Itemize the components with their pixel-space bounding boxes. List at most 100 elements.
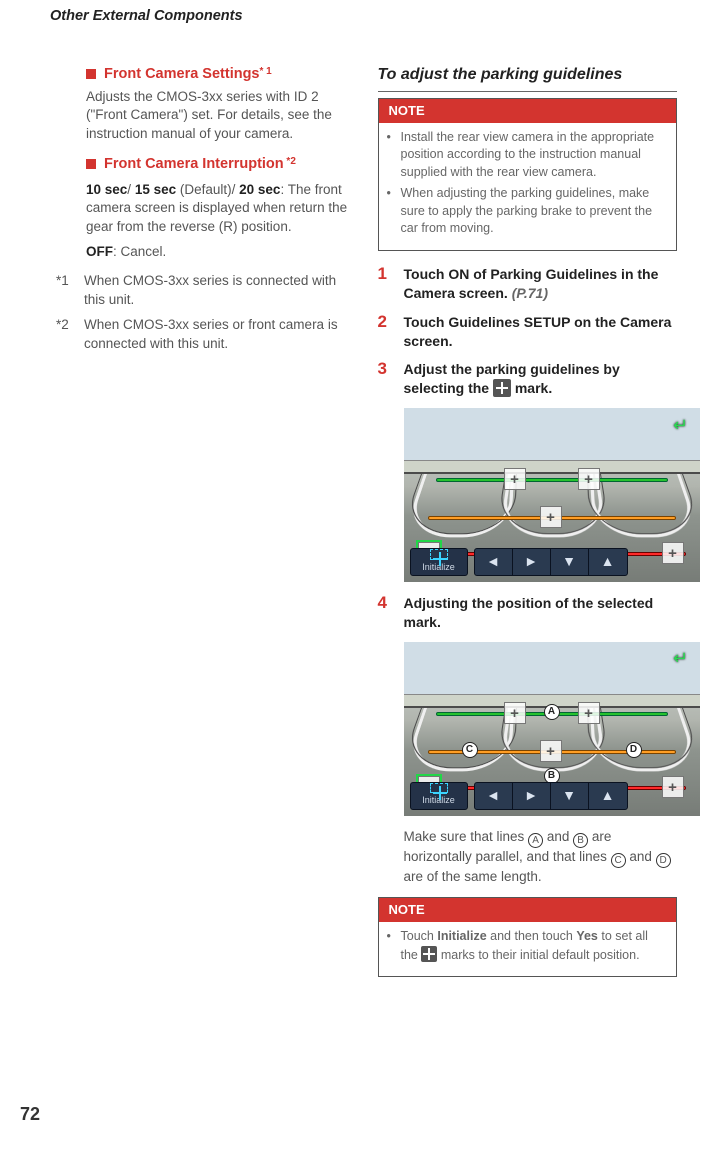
right-column: To adjust the parking guidelines NOTE •I… [378,64,678,991]
page-number: 72 [20,1102,40,1127]
step-text: Touch [404,266,449,282]
back-icon[interactable]: ↵ [668,648,694,670]
back-icon[interactable]: ↵ [668,414,694,436]
note-text: Touch Initialize and then touch Yes to s… [401,928,669,964]
plus-mark-icon [493,379,511,397]
step-text: Adjusting the position of the selected m… [404,595,654,630]
footnote-text: When CMOS-3xx series is connected with t… [84,272,350,310]
option-10sec: 10 sec [86,182,127,197]
label-C: C [462,742,478,758]
left-column: Front Camera Settings* 1 Adjusts the CMO… [50,64,350,991]
step-1: 1 Touch ON of Parking Guidelines in the … [378,265,678,303]
step-body: Adjusting the position of the selected m… [404,594,678,632]
opt-sep: / [127,182,135,197]
arrow-left-button[interactable]: ◄ [475,783,513,809]
red-square-bullet-icon [86,69,96,79]
footnote-num: *2 [56,316,78,354]
t: are of the same length. [404,869,542,884]
step-text: Touch [404,314,449,330]
front-camera-interruption-heading: Front Camera Interruption *2 [86,154,350,174]
plus-mark[interactable]: + [504,468,526,490]
note-box-2: NOTE • Touch Initialize and then touch Y… [378,897,678,977]
step-3: 3 Adjust the parking guidelines by selec… [378,360,678,398]
arrow-down-button[interactable]: ▼ [551,783,589,809]
plus-mark[interactable]: + [578,702,600,724]
plus-mark[interactable]: + [540,506,562,528]
note-item: •Install the rear view camera in the app… [387,129,669,182]
initialize-button[interactable]: Initialize [410,782,468,810]
parking-slot [590,708,700,771]
initialize-icon [430,549,448,559]
camera-view-1: + + + + + ↵ Initialize ◄ ► ▼ ▲ [404,408,700,582]
t: and [543,829,573,844]
option-off: OFF [86,244,113,259]
guideline-green [436,478,668,482]
footnote-1: *1 When CMOS-3xx series is connected wit… [50,272,350,310]
plus-mark[interactable]: + [504,702,526,724]
touch-initialize: Initialize [437,929,486,943]
step-body: Touch Guidelines SETUP on the Camera scr… [404,313,678,351]
step-text: mark. [511,380,552,396]
front-camera-settings-heading: Front Camera Settings* 1 [86,64,350,84]
heading-sup: * 1 [260,66,272,77]
step-2: 2 Touch Guidelines SETUP on the Camera s… [378,313,678,351]
step-body: Adjust the parking guidelines by selecti… [404,360,678,398]
circled-A: A [528,833,543,848]
plus-mark[interactable]: + [662,776,684,798]
interruption-options: 10 sec/ 15 sec (Default)/ 20 sec: The fr… [86,181,350,238]
plus-mark[interactable]: + [540,740,562,762]
option-off-body: : Cancel. [113,244,166,259]
note-text: When adjusting the parking guidelines, m… [401,185,669,238]
plus-mark[interactable]: + [578,468,600,490]
plus-mark[interactable]: + [662,542,684,564]
adjust-guidelines-title: To adjust the parking guidelines [378,64,678,91]
t: and then touch [487,929,577,943]
note-item: •When adjusting the parking guidelines, … [387,185,669,238]
step-body: Touch ON of Parking Guidelines in the Ca… [404,265,678,303]
post-image-note: Make sure that lines A and B are horizon… [378,828,678,887]
step-number: 3 [378,360,394,398]
t: Make sure that lines [404,829,529,844]
heading-sup: *2 [284,156,296,167]
arrow-right-button[interactable]: ► [513,783,551,809]
label-D: D [626,742,642,758]
initialize-button[interactable]: Initialize [410,548,468,576]
camera-view-2: + + + + + A B C D ↵ Initialize ◄ ► ▼ ▲ [404,642,700,816]
touch-parking-guidelines: Parking Guidelines [490,266,617,282]
t: and [626,849,656,864]
label-A: A [544,704,560,720]
note-text: Install the rear view camera in the appr… [401,129,669,182]
option-20sec: 20 sec [239,182,280,197]
touch-on: ON [448,266,469,282]
step-number: 1 [378,265,394,303]
step-number: 4 [378,594,394,632]
arrow-right-button[interactable]: ► [513,549,551,575]
opt-default: (Default)/ [176,182,239,197]
arrow-panel: ◄ ► ▼ ▲ [474,782,628,810]
option-15sec: 15 sec [135,182,176,197]
arrow-left-button[interactable]: ◄ [475,549,513,575]
step-text: of [469,266,490,282]
arrow-up-button[interactable]: ▲ [589,549,627,575]
arrow-up-button[interactable]: ▲ [589,783,627,809]
t: Touch [401,929,438,943]
arrow-down-button[interactable]: ▼ [551,549,589,575]
front-camera-settings-body: Adjusts the CMOS-3xx series with ID 2 ("… [86,88,350,145]
touch-yes: Yes [576,929,598,943]
circled-B: B [573,833,588,848]
parking-slot [404,474,514,537]
footnote-text: When CMOS-3xx series or front camera is … [84,316,350,354]
touch-guidelines-setup: Guidelines SETUP [448,314,570,330]
heading-text: Front Camera Settings [104,66,260,82]
red-square-bullet-icon [86,159,96,169]
plus-mark-icon [421,946,437,962]
interruption-off: OFF: Cancel. [86,243,350,262]
note-label: NOTE [379,99,677,123]
step-4: 4 Adjusting the position of the selected… [378,594,678,632]
section-header: Other External Components [50,0,677,26]
step-number: 2 [378,313,394,351]
page-ref: (P.71) [512,285,548,301]
note-label: NOTE [379,898,677,922]
footnote-2: *2 When CMOS-3xx series or front camera … [50,316,350,354]
parking-slot [590,474,700,537]
